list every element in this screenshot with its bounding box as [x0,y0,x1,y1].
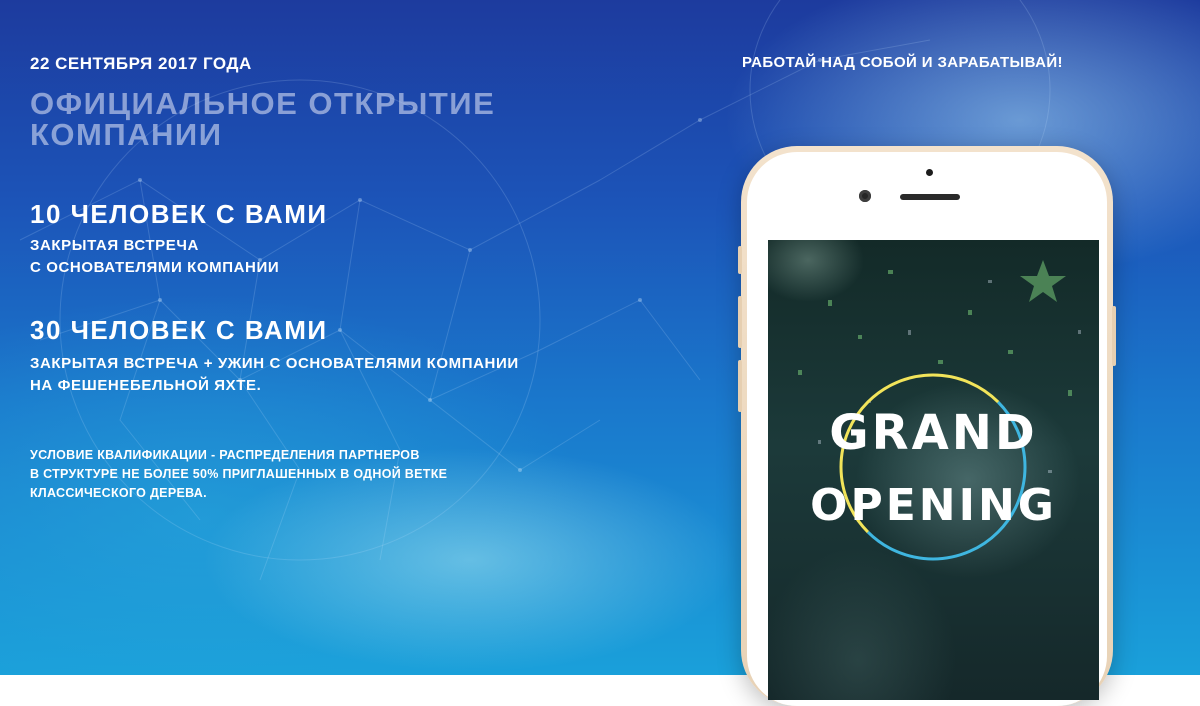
smartphone-mockup: GRAND OPENING [738,146,1116,706]
slogan: РАБОТАЙ НАД СОБОЙ И ЗАРАБАТЫВАЙ! [742,54,1063,71]
grand-text: GRAND [829,405,1038,461]
qualification-condition: УСЛОВИЕ КВАЛИФИКАЦИИ - РАСПРЕДЕЛЕНИЯ ПАР… [30,446,447,503]
offer-2-description: ЗАКРЫТАЯ ВСТРЕЧА + УЖИН С ОСНОВАТЕЛЯМИ К… [30,353,519,397]
phone-power-button [1112,306,1116,366]
phone-mute-switch [738,246,742,274]
confetti-decoration [798,260,1081,561]
headline-line-1: ОФИЦИАЛЬНОЕ ОТКРЫТИЕ [30,86,496,121]
offer-2-title: 30 ЧЕЛОВЕК С ВАМИ [30,315,328,345]
condition-line-2: В СТРУКТУРЕ НЕ БОЛЕЕ 50% ПРИГЛАШЕННЫХ В … [30,467,448,481]
earpiece-speaker [900,194,960,200]
proximity-sensor-icon [926,169,933,176]
offer-1-line-2: С ОСНОВАТЕЛЯМИ КОМПАНИИ [30,259,280,276]
front-camera-icon [859,190,871,202]
condition-line-3: КЛАССИЧЕСКОГО ДЕРЕВА. [30,486,207,500]
headline-line-2: КОМПАНИИ [30,117,223,152]
phone-volume-down [738,360,742,412]
condition-line-1: УСЛОВИЕ КВАЛИФИКАЦИИ - РАСПРЕДЕЛЕНИЯ ПАР… [30,448,420,462]
headline: ОФИЦИАЛЬНОЕ ОТКРЫТИЕ КОМПАНИИ [30,88,495,150]
offer-1-title: 10 ЧЕЛОВЕК С ВАМИ [30,199,328,229]
opening-text: OPENING [810,480,1057,531]
phone-screen: GRAND OPENING [768,240,1099,700]
phone-front-panel: GRAND OPENING [747,152,1107,706]
offer-2-line-1: ЗАКРЫТАЯ ВСТРЕЧА + УЖИН С ОСНОВАТЕЛЯМИ К… [30,355,519,372]
phone-volume-up [738,296,742,348]
offer-1-line-1: ЗАКРЫТАЯ ВСТРЕЧА [30,237,199,254]
offer-1-description: ЗАКРЫТАЯ ВСТРЕЧА С ОСНОВАТЕЛЯМИ КОМПАНИИ [30,235,279,279]
offer-2-line-2: НА ФЕШЕНЕБЕЛЬНОЙ ЯХТЕ. [30,377,262,394]
event-date: 22 СЕНТЯБРЯ 2017 ГОДА [30,54,252,73]
